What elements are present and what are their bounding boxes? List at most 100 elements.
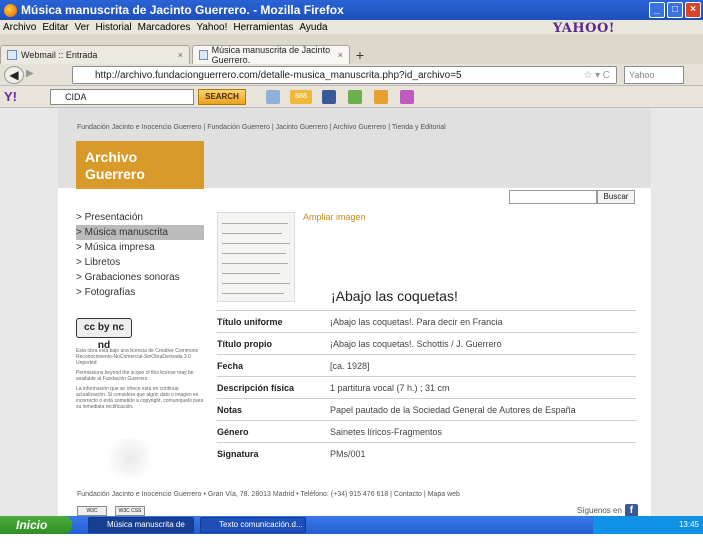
mail-icon[interactable]: 888 bbox=[290, 90, 312, 104]
archivo-guerrero-logo[interactable]: Archivo Guerrero bbox=[76, 141, 204, 189]
weather-icon[interactable] bbox=[374, 90, 388, 104]
decorative-seal bbox=[100, 438, 160, 478]
staff-line bbox=[222, 283, 290, 284]
table-row: Signatura PMs/001 bbox=[217, 442, 636, 465]
license-text: Esta obra está bajo una licencia de Crea… bbox=[76, 348, 204, 414]
sidebar-item-fotografias[interactable]: > Fotografías bbox=[76, 285, 204, 300]
firefox-icon bbox=[4, 3, 17, 17]
window-controls: _ □ × bbox=[649, 2, 701, 18]
table-row: Título uniforme ¡Abajo las coquetas!. Par… bbox=[217, 310, 636, 333]
close-button[interactable]: × bbox=[685, 2, 701, 18]
field-label: Título propio bbox=[217, 332, 330, 355]
taskbar-item-document[interactable]: Texto comunicación.d... bbox=[200, 517, 306, 533]
yahoo-search-value: CIDA bbox=[65, 92, 87, 102]
field-label: Descripción física bbox=[217, 376, 330, 399]
table-row: Título propio ¡Abajo las coquetas!. Schot… bbox=[217, 332, 636, 355]
tab-label: Música manuscrita de Jacinto Guerrero. bbox=[211, 45, 331, 65]
field-value: Papel pautado de la Sociedad General de … bbox=[330, 398, 636, 421]
tab-musica-manuscrita[interactable]: Música manuscrita de Jacinto Guerrero. × bbox=[192, 45, 350, 65]
maximize-button[interactable]: □ bbox=[667, 2, 683, 18]
field-label: Género bbox=[217, 420, 330, 443]
menu-ver[interactable]: Ver bbox=[74, 22, 89, 33]
field-label: Notas bbox=[217, 398, 330, 421]
menu-historial[interactable]: Historial bbox=[96, 22, 132, 33]
table-row: Fecha [ca. 1928] bbox=[217, 354, 636, 377]
staff-line bbox=[222, 293, 284, 294]
yahoo-search-input[interactable]: CIDA bbox=[50, 89, 194, 105]
url-bar[interactable]: http://archivo.fundacionguerrero.com/det… bbox=[72, 66, 617, 84]
menu-ayuda[interactable]: Ayuda bbox=[299, 22, 327, 33]
css-validator-badge[interactable]: W3C CSS bbox=[115, 506, 145, 516]
start-button[interactable]: Inicio bbox=[0, 516, 72, 534]
staff-line bbox=[222, 263, 288, 264]
navigation-bar: ◀ ▶ http://archivo.fundacionguerrero.com… bbox=[0, 64, 703, 86]
license-paragraph: Permissions beyond the scope of this lic… bbox=[76, 370, 194, 382]
staff-line bbox=[222, 243, 290, 244]
bookmark-icon[interactable] bbox=[266, 90, 280, 104]
follow-us-label: Síguenos en bbox=[577, 506, 622, 515]
staff-line bbox=[222, 233, 282, 234]
field-value: 1 partitura vocal (7 h.) ; 31 cm bbox=[330, 376, 636, 399]
staff-line bbox=[222, 273, 280, 274]
window-title-bar: Música manuscrita de Jacinto Guerrero. -… bbox=[0, 0, 703, 20]
table-row: Notas Papel pautado de la Sociedad Genera… bbox=[217, 398, 636, 421]
license-paragraph: La información que se ofrece está en con… bbox=[76, 386, 204, 410]
right-margin bbox=[651, 108, 703, 516]
windows-taskbar: Inicio Música manuscrita de ... Texto co… bbox=[0, 516, 703, 543]
menu-archivo[interactable]: Archivo bbox=[3, 22, 36, 33]
xhtml-validator-badge[interactable]: W3C XHTML 1.0 bbox=[77, 506, 107, 522]
top-links[interactable]: Fundación Jacinto e Inocencio Guerrero |… bbox=[77, 124, 446, 131]
yahoo-toolbar: Y! CIDA SEARCH 888 bbox=[0, 86, 703, 108]
yahoo-toolbar-logo[interactable]: Y! bbox=[4, 89, 17, 104]
table-row: Descripción física 1 partitura vocal (7 h… bbox=[217, 376, 636, 399]
tab-close-icon[interactable]: × bbox=[338, 50, 343, 60]
forward-button[interactable]: ▶ bbox=[26, 68, 42, 82]
field-label: Signatura bbox=[217, 442, 330, 465]
back-button[interactable]: ◀ bbox=[4, 66, 24, 84]
metadata-table: Título uniforme ¡Abajo las coquetas!. Par… bbox=[217, 310, 636, 465]
new-tab-button[interactable]: + bbox=[352, 47, 368, 63]
taskbar-item-firefox[interactable]: Música manuscrita de ... bbox=[88, 517, 194, 543]
field-value: Sainetes líricos-Fragmentos bbox=[330, 420, 636, 443]
mail-badge: 888 bbox=[295, 93, 307, 100]
browser-search-box[interactable]: Yahoo bbox=[624, 66, 684, 84]
page-content: Fundación Jacinto e Inocencio Guerrero |… bbox=[0, 108, 703, 522]
sidebar-item-libretos[interactable]: > Libretos bbox=[76, 255, 204, 270]
facebook-icon[interactable] bbox=[322, 90, 336, 104]
clock: 13:45 bbox=[678, 520, 699, 529]
menu-editar[interactable]: Editar bbox=[42, 22, 68, 33]
sidebar-item-grabaciones[interactable]: > Grabaciones sonoras bbox=[76, 270, 204, 285]
table-row: Género Sainetes líricos-Fragmentos bbox=[217, 420, 636, 443]
games-icon[interactable] bbox=[348, 90, 362, 104]
tab-close-icon[interactable]: × bbox=[178, 50, 183, 60]
field-value: ¡Abajo las coquetas!. Para decir en Fran… bbox=[330, 310, 636, 333]
license-paragraph: Esta obra está bajo una licencia de Crea… bbox=[76, 348, 199, 366]
sidebar-item-musica-impresa[interactable]: > Música impresa bbox=[76, 240, 204, 255]
tab-bar: Webmail :: Entrada × Música manuscrita d… bbox=[0, 34, 703, 65]
logo-line1: Archivo bbox=[85, 149, 138, 165]
score-thumbnail[interactable] bbox=[217, 212, 295, 302]
minimize-button[interactable]: _ bbox=[649, 2, 665, 18]
flickr-icon[interactable] bbox=[400, 90, 414, 104]
creative-commons-badge[interactable]: cc by nc nd bbox=[76, 318, 132, 351]
menu-herramientas[interactable]: Herramientas bbox=[233, 22, 293, 33]
tab-webmail[interactable]: Webmail :: Entrada × bbox=[0, 45, 190, 64]
staff-line bbox=[222, 223, 288, 224]
mail-icon bbox=[7, 50, 17, 60]
system-tray: 13:45 bbox=[593, 516, 703, 534]
sidebar-item-presentacion[interactable]: > Presentación bbox=[76, 210, 204, 225]
field-label: Fecha bbox=[217, 354, 330, 377]
yahoo-search-button[interactable]: SEARCH bbox=[198, 89, 246, 105]
ampliar-imagen-link[interactable]: Ampliar imagen bbox=[303, 212, 366, 222]
bookmark-star-icon[interactable]: ☆ ▾ C bbox=[583, 70, 610, 81]
left-margin bbox=[0, 108, 58, 516]
site-search-input[interactable] bbox=[509, 190, 597, 204]
work-title: ¡Abajo las coquetas! bbox=[331, 288, 458, 304]
menu-yahoo[interactable]: Yahoo! bbox=[196, 22, 227, 33]
buscar-button[interactable]: Buscar bbox=[597, 190, 635, 204]
window-title: Música manuscrita de Jacinto Guerrero. -… bbox=[21, 3, 344, 17]
site-footer: Fundación Jacinto e Inocencio Guerrero •… bbox=[77, 491, 460, 498]
sidebar-item-musica-manuscrita[interactable]: > Música manuscrita bbox=[76, 225, 204, 240]
menu-marcadores[interactable]: Marcadores bbox=[138, 22, 191, 33]
field-label: Título uniforme bbox=[217, 310, 330, 333]
